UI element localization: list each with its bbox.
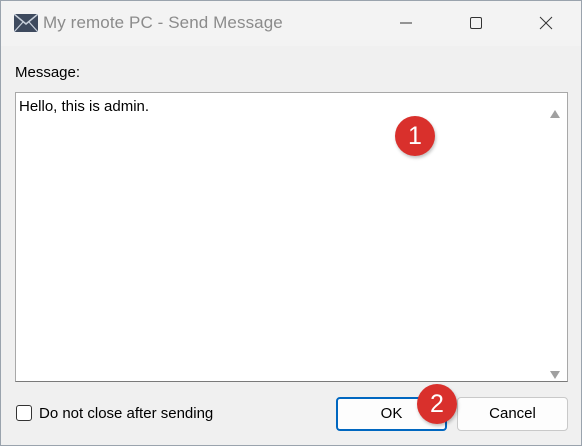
message-scrollbar[interactable] — [543, 93, 567, 381]
minimize-button[interactable] — [371, 1, 441, 46]
keep-open-label[interactable]: Do not close after sending — [39, 405, 213, 422]
message-text[interactable]: Hello, this is admin. — [19, 98, 149, 115]
maximize-button[interactable] — [441, 1, 511, 46]
step-badge-1: 1 — [395, 116, 435, 156]
keep-open-checkbox[interactable] — [16, 405, 32, 421]
minimize-icon — [400, 22, 412, 24]
message-textarea[interactable]: Hello, this is admin. — [15, 92, 568, 382]
message-label: Message: — [15, 64, 81, 81]
window-title: My remote PC - Send Message — [43, 13, 283, 32]
close-icon — [539, 16, 553, 30]
maximize-icon — [470, 17, 482, 29]
envelope-icon — [13, 13, 39, 33]
scroll-up-icon[interactable] — [550, 105, 560, 123]
step-badge-2: 2 — [417, 384, 457, 424]
scroll-down-icon[interactable] — [550, 366, 560, 384]
close-button[interactable] — [511, 1, 581, 46]
title-bar[interactable]: My remote PC - Send Message — [1, 1, 581, 46]
send-message-dialog: My remote PC - Send Message Message: Hel… — [0, 0, 582, 446]
cancel-button[interactable]: Cancel — [457, 397, 568, 431]
